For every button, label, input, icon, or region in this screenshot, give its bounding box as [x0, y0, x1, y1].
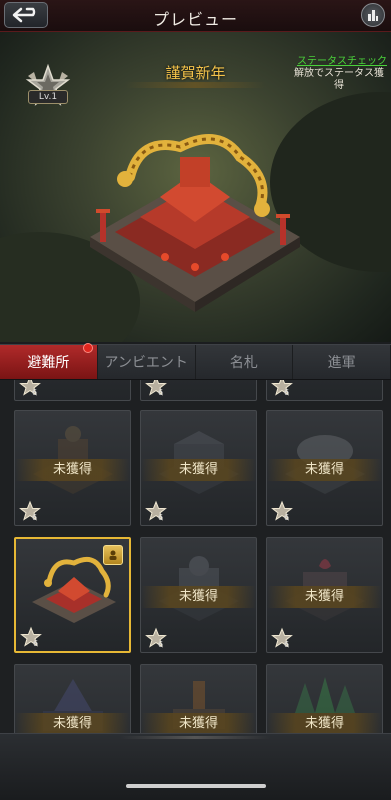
bottom-bar — [0, 733, 391, 800]
stats-button[interactable] — [361, 3, 385, 27]
star-count: 6 — [284, 640, 290, 649]
skin-card-selected[interactable]: 6 — [14, 537, 131, 653]
rank-level: Lv.1 — [28, 90, 68, 104]
tab-march[interactable]: 進軍 — [293, 345, 391, 379]
bar-chart-icon — [368, 10, 378, 21]
category-tabs: 避難所 アンビエント 名札 進軍 — [0, 343, 391, 380]
skin-card[interactable]: 未獲得 6 — [14, 410, 131, 526]
equipped-icon — [103, 545, 123, 565]
tab-shelter[interactable]: 避難所 — [0, 343, 98, 379]
tab-label: 名札 — [229, 355, 258, 371]
tab-nameplate[interactable]: 名札 — [195, 345, 294, 379]
star-count: 6 — [32, 513, 38, 522]
skin-card[interactable]: 6 — [14, 380, 131, 401]
locked-label: 未獲得 — [141, 586, 256, 608]
home-indicator[interactable] — [126, 784, 266, 788]
locked-label: 未獲得 — [267, 459, 382, 481]
star-count: 6 — [158, 388, 164, 397]
skin-card[interactable]: 未獲得 6 — [266, 537, 383, 653]
stat-check-link[interactable]: ステータスチェック — [297, 52, 387, 67]
star-icon — [145, 500, 167, 521]
star-count: 6 — [158, 513, 164, 522]
tab-label: 進軍 — [327, 355, 356, 371]
star-count: 6 — [284, 513, 290, 522]
skin-card[interactable]: 未獲得 6 — [140, 410, 257, 526]
locked-label: 未獲得 — [15, 713, 130, 735]
star-icon — [271, 627, 293, 648]
tab-label: 避難所 — [27, 355, 70, 371]
skin-card[interactable]: 未獲得 6 — [266, 410, 383, 526]
new-year-shelter-building-image — [90, 134, 300, 312]
skin-card[interactable]: 6 — [266, 380, 383, 401]
locked-label: 未獲得 — [267, 586, 382, 608]
preview-scene: Lv.1 謹賀新年 ステータスチェック 解放でステータス獲得 — [0, 32, 391, 342]
skin-card[interactable]: 6 — [140, 380, 257, 401]
stat-note: 解放でステータス獲得 — [294, 68, 384, 91]
locked-label: 未獲得 — [15, 459, 130, 481]
page-title: プレビュー — [152, 10, 238, 29]
star-icon — [19, 500, 41, 521]
star-count: 6 — [284, 388, 290, 397]
skin-card[interactable]: 未獲得 6 — [140, 537, 257, 653]
tab-label: アンビエント — [104, 355, 188, 371]
bottom-divider — [120, 736, 270, 739]
star-count: 6 — [32, 388, 38, 397]
star-icon — [271, 500, 293, 521]
star-icon — [19, 380, 41, 396]
locked-label: 未獲得 — [267, 713, 382, 735]
star-count: 6 — [158, 640, 164, 649]
tab-ambient[interactable]: アンビエント — [97, 345, 196, 379]
locked-label: 未獲得 — [141, 459, 256, 481]
star-icon — [145, 380, 167, 396]
star-icon — [20, 626, 42, 647]
locked-label: 未獲得 — [141, 713, 256, 735]
star-icon — [145, 627, 167, 648]
notification-dot-icon — [82, 343, 93, 353]
star-count: 6 — [33, 639, 39, 648]
star-icon — [271, 380, 293, 396]
top-bar: プレビュー — [0, 0, 391, 32]
